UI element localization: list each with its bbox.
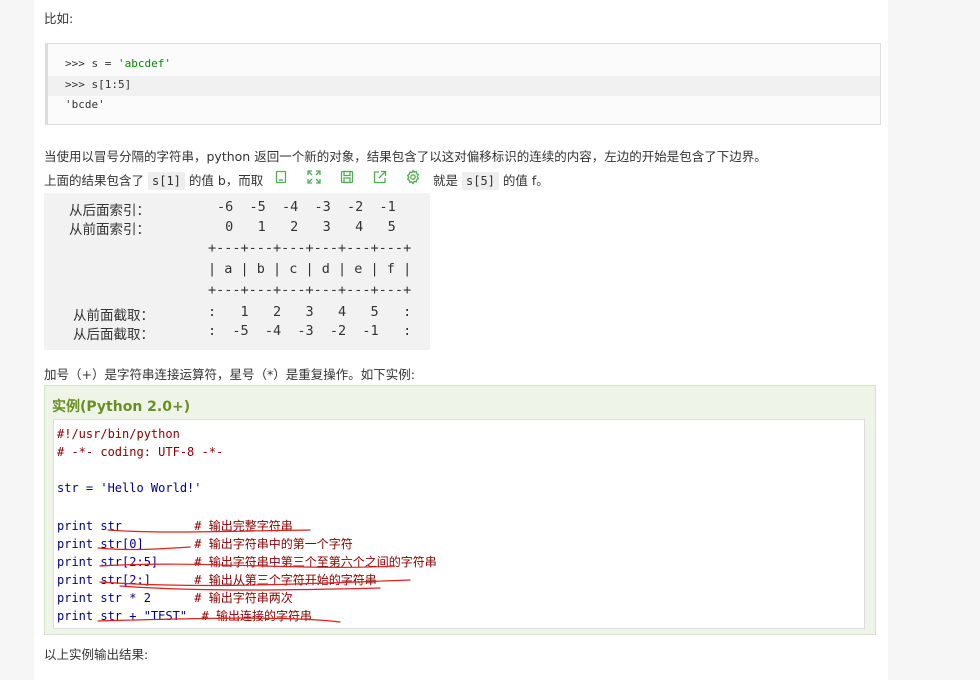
code-line-6: print str # 输出完整字符串 bbox=[57, 519, 293, 533]
copy-button[interactable] bbox=[265, 163, 298, 191]
share-icon bbox=[373, 170, 386, 184]
example-title: 实例(Python 2.0+) bbox=[52, 399, 191, 415]
paragraph-slice-result: 上面的结果包含了 s[1] 的值 b，而取 bbox=[44, 172, 264, 190]
code-line-10: print str * 2 # 输出字符串两次 bbox=[57, 591, 293, 605]
example-box: 实例(Python 2.0+) #!/usr/bin/python # -*- … bbox=[44, 385, 876, 635]
code-line-2: # -*- coding: UTF-8 -*- bbox=[57, 445, 224, 459]
share-button[interactable] bbox=[363, 163, 396, 191]
code-line-9: print str[2:] # 输出从第三个字符开始的字符串 bbox=[57, 573, 377, 587]
article-content: 比如: >>> s = 'abcdef' >>> s[1:5] 'bcde' 当… bbox=[34, 0, 888, 680]
back-slice-values: : -5 -4 -3 -2 -1 : bbox=[208, 323, 412, 339]
fullscreen-button[interactable] bbox=[298, 163, 331, 191]
fullscreen-icon bbox=[307, 170, 321, 184]
intro-text: 比如: bbox=[44, 11, 74, 26]
paragraph-output-intro: 以上实例输出结果: bbox=[44, 647, 149, 662]
repl-code-block: >>> s = 'abcdef' >>> s[1:5] 'bcde' bbox=[45, 43, 881, 125]
code-line-4: str = 'Hello World!' bbox=[57, 481, 202, 495]
code-line-7: print str[0] # 输出字符串中的第一个字符 bbox=[57, 537, 353, 551]
label-back-slice: 从后面截取： bbox=[73, 327, 154, 343]
front-slice-values: : 1 2 3 4 5 : bbox=[208, 304, 412, 320]
save-button[interactable] bbox=[331, 163, 364, 191]
example-code-block: #!/usr/bin/python # -*- coding: UTF-8 -*… bbox=[53, 419, 865, 629]
repl-line-1: >>> s = 'abcdef' bbox=[65, 57, 171, 70]
label-back-index: 从后面索引： bbox=[69, 203, 150, 219]
table-border-bottom: +---+---+---+---+---+---+ bbox=[208, 282, 412, 298]
code-line-8: print str[2:5] # 输出字符串中第三个至第六个之间的字符串 bbox=[57, 555, 437, 569]
table-border-top: +---+---+---+---+---+---+ bbox=[208, 240, 412, 256]
inline-code-s1: s[1] bbox=[148, 172, 185, 190]
label-front-slice: 从前面截取： bbox=[73, 308, 154, 324]
copy-icon bbox=[276, 170, 287, 184]
label-front-index: 从前面索引： bbox=[69, 222, 150, 238]
front-index-values: 0 1 2 3 4 5 bbox=[217, 219, 396, 235]
back-index-values: -6 -5 -4 -3 -2 -1 bbox=[217, 199, 396, 215]
code-line-1: #!/usr/bin/python bbox=[57, 427, 180, 441]
code-toolbar bbox=[265, 163, 429, 191]
paragraph-slice-result-tail: 就是 s[5] 的值 f。 bbox=[433, 172, 549, 190]
repl-line-2: >>> s[1:5] bbox=[65, 78, 132, 91]
save-icon bbox=[340, 170, 354, 184]
paragraph-operators: 加号（+）是字符串连接运算符，星号（*）是重复操作。如下实例: bbox=[44, 367, 415, 382]
table-cells: | a | b | c | d | e | f | bbox=[208, 261, 412, 277]
settings-icon bbox=[406, 169, 419, 185]
settings-button[interactable] bbox=[396, 163, 429, 191]
code-line-11: print str + "TEST" # 输出连接的字符串 bbox=[57, 609, 312, 623]
string-index-diagram: 从后面索引： 从前面索引： -6 -5 -4 -3 -2 -1 0 1 2 3 … bbox=[44, 193, 430, 350]
repl-line-3: 'bcde' bbox=[65, 98, 105, 111]
inline-code-s5: s[5] bbox=[462, 172, 499, 190]
